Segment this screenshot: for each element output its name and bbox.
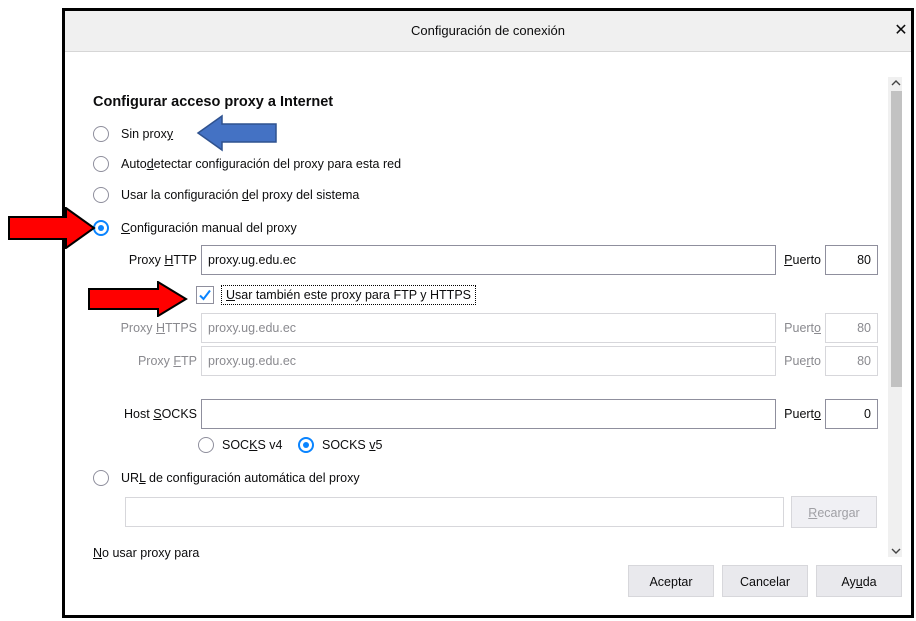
close-icon[interactable]: ✕: [891, 11, 911, 51]
auto-detect-label[interactable]: Autodetectar configuración del proxy par…: [121, 155, 401, 173]
ftp-proxy-input[interactable]: proxy.ug.edu.ec: [201, 346, 776, 376]
socks-v4-label[interactable]: SOCKS v4: [222, 436, 282, 454]
http-proxy-label: Proxy HTTP: [128, 253, 197, 267]
socks-v5-label[interactable]: SOCKS v5: [322, 436, 382, 454]
scroll-down-icon[interactable]: [890, 547, 902, 555]
red-arrow-manual-icon: [8, 207, 96, 249]
http-proxy-input[interactable]: proxy.ug.edu.ec: [201, 245, 776, 275]
system-proxy-label[interactable]: Usar la configuración del proxy del sist…: [121, 186, 359, 204]
scroll-up-icon[interactable]: [890, 79, 902, 87]
reload-button[interactable]: Recargar: [791, 496, 877, 528]
https-port-label: Puerto: [784, 321, 821, 335]
no-proxy-label[interactable]: Sin proxy: [121, 125, 173, 143]
no-proxy-radio[interactable]: [93, 126, 109, 142]
https-port-input[interactable]: 80: [825, 313, 878, 343]
http-port-label: Puerto: [784, 253, 821, 267]
auto-config-url-input[interactable]: [125, 497, 784, 527]
https-proxy-input[interactable]: proxy.ug.edu.ec: [201, 313, 776, 343]
help-button[interactable]: Ayuda: [816, 565, 902, 597]
proxy-access-heading: Configurar acceso proxy a Internet: [93, 94, 334, 110]
socks-v5-radio[interactable]: [298, 437, 314, 453]
socks-v4-radio[interactable]: [198, 437, 214, 453]
title-bar: Configuración de conexión ✕: [65, 11, 911, 52]
http-port-input[interactable]: 80: [825, 245, 878, 275]
system-proxy-radio[interactable]: [93, 187, 109, 203]
no-proxy-for-label: No usar proxy para: [93, 546, 200, 560]
socks-host-input[interactable]: [201, 399, 776, 429]
ftp-port-label: Puerto: [784, 354, 821, 368]
checkmark-icon: [199, 289, 211, 301]
share-proxy-label[interactable]: Usar también este proxy para FTP y HTTPS: [221, 285, 476, 305]
socks-host-label: Host SOCKS: [124, 407, 197, 421]
auto-detect-radio[interactable]: [93, 156, 109, 172]
socks-port-input[interactable]: 0: [825, 399, 878, 429]
share-proxy-checkbox[interactable]: [196, 286, 214, 304]
auto-config-url-radio[interactable]: [93, 470, 109, 486]
connection-settings-dialog: Configuración de conexión ✕ Configurar a…: [62, 8, 914, 618]
accept-button[interactable]: Aceptar: [628, 565, 714, 597]
ftp-proxy-label: Proxy FTP: [137, 354, 197, 368]
blue-arrow-icon: [196, 114, 277, 152]
red-arrow-checkbox-icon: [88, 281, 188, 317]
https-proxy-label: Proxy HTTPS: [120, 321, 197, 335]
scrollbar-thumb[interactable]: [891, 91, 902, 387]
manual-proxy-label[interactable]: Configuración manual del proxy: [121, 219, 297, 237]
socks-port-label: Puerto: [784, 407, 821, 421]
dialog-title: Configuración de conexión: [411, 23, 565, 38]
ftp-port-input[interactable]: 80: [825, 346, 878, 376]
cancel-button[interactable]: Cancelar: [722, 565, 808, 597]
auto-config-url-label[interactable]: URL de configuración automática del prox…: [121, 469, 360, 487]
